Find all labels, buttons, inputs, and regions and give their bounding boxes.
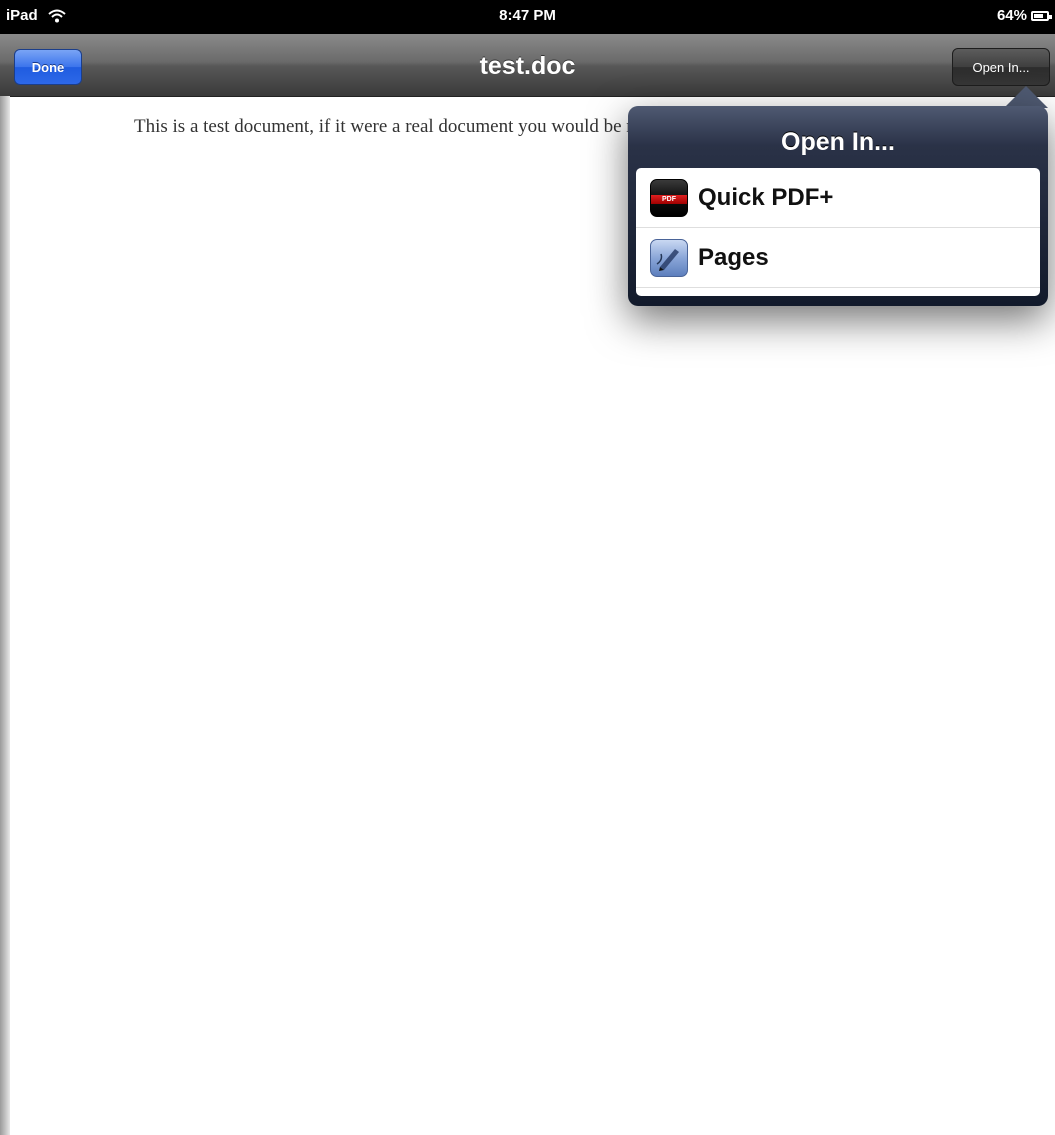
pen-icon bbox=[656, 249, 679, 271]
document-title: test.doc bbox=[479, 52, 576, 80]
pages-icon bbox=[650, 239, 688, 277]
navigation-bar: Done test.doc Open In... bbox=[0, 34, 1055, 97]
list-item-label: Pages bbox=[698, 244, 769, 271]
open-in-button[interactable]: Open In... bbox=[952, 48, 1050, 86]
quick-pdf-icon: PDF bbox=[650, 179, 688, 217]
status-time: 8:47 PM bbox=[499, 7, 556, 24]
list-item-quick-pdf[interactable]: PDF Quick PDF+ bbox=[636, 168, 1040, 228]
popover-arrow bbox=[1004, 86, 1048, 108]
battery-icon bbox=[1031, 10, 1052, 21]
list-item-label: Quick PDF+ bbox=[698, 184, 834, 211]
open-in-popover: Open In... PDF Quick PDF+ Pages bbox=[628, 106, 1048, 306]
app-list: PDF Quick PDF+ Pages bbox=[636, 168, 1040, 296]
status-bar: iPad 8:47 PM 64% bbox=[0, 0, 1055, 34]
popover-title: Open In... bbox=[781, 128, 895, 156]
battery-percent: 64% bbox=[996, 7, 1027, 24]
document-edge bbox=[0, 96, 10, 1135]
status-right: 64% bbox=[996, 7, 1052, 24]
list-item-pages[interactable]: Pages bbox=[636, 228, 1040, 288]
icon-text: PDF bbox=[662, 196, 676, 203]
